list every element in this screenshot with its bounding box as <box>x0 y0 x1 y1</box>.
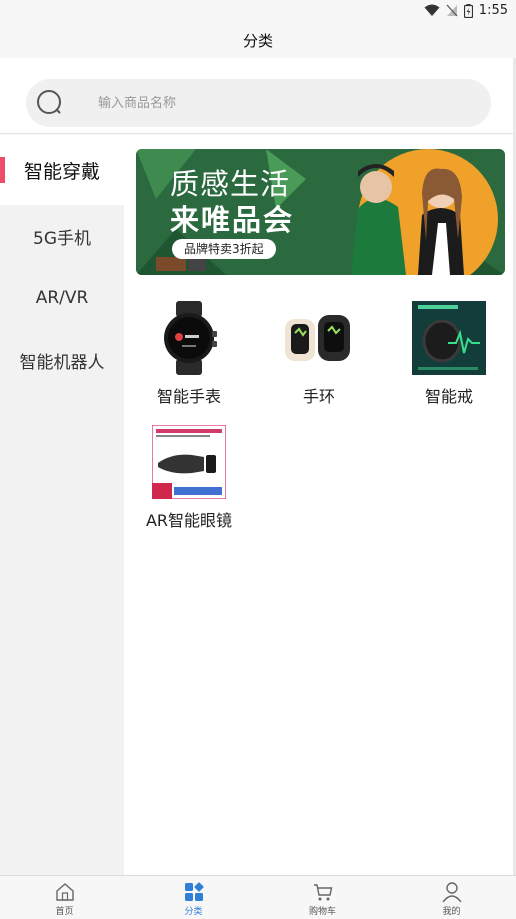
tab-category[interactable]: 分类 <box>129 876 258 919</box>
status-bar: 1:55 <box>0 0 516 22</box>
page-title: 分类 <box>242 31 273 50</box>
tab-label: 我的 <box>442 907 461 917</box>
product-label: 智能手表 <box>156 387 221 406</box>
ar-glasses-image <box>151 424 227 500</box>
user-icon <box>441 881 463 903</box>
tab-label: 首页 <box>55 907 74 917</box>
header: 分类 <box>0 22 516 58</box>
search-input[interactable] <box>98 93 468 113</box>
search-box[interactable] <box>26 79 491 127</box>
sidebar-item-label: 5G手机 <box>33 228 91 249</box>
home-icon <box>54 881 76 903</box>
fitness-band-image <box>282 301 356 375</box>
sidebar-item-ar-vr[interactable]: AR/VR <box>0 267 124 329</box>
product-label: 手环 <box>302 387 335 406</box>
sidebar-item-label: 智能穿戴 <box>23 160 100 183</box>
tab-label: 购物车 <box>308 907 336 917</box>
category-content: 质感生活 来唯品会 品牌特卖3折起 智能手表 手环 智能戒 AR智能眼镜 <box>124 135 516 875</box>
sidebar-item-label: AR/VR <box>35 288 89 308</box>
product-item-ar-glasses[interactable]: AR智能眼镜 <box>124 419 254 543</box>
sidebar-item-smart-robots[interactable]: 智能机器人 <box>0 329 124 391</box>
banner-subheadline: 来唯品会 <box>170 203 295 237</box>
tab-home[interactable]: 首页 <box>0 876 129 919</box>
category-sidebar: 智能穿戴 5G手机 AR/VR 智能机器人 <box>0 135 124 875</box>
tab-label: 分类 <box>184 907 203 917</box>
battery-icon <box>463 3 473 18</box>
smartwatch-image <box>152 301 226 375</box>
banner-promo-pill: 品牌特卖3折起 <box>172 239 276 259</box>
product-item-smart-ring[interactable]: 智能戒 <box>384 295 514 419</box>
promo-banner[interactable]: 质感生活 来唯品会 品牌特卖3折起 <box>136 149 505 275</box>
product-label: AR智能眼镜 <box>145 511 233 530</box>
tab-cart[interactable]: 购物车 <box>258 876 387 919</box>
category-icon <box>183 881 205 903</box>
sidebar-item-label: 智能机器人 <box>19 352 105 373</box>
cart-icon <box>312 881 334 903</box>
product-grid: 智能手表 手环 智能戒 AR智能眼镜 <box>124 295 516 543</box>
product-item-smartwatch[interactable]: 智能手表 <box>124 295 254 419</box>
smart-ring-image <box>412 301 486 375</box>
sidebar-item-smart-wearables[interactable]: 智能穿戴 <box>0 135 124 205</box>
active-indicator <box>0 157 5 183</box>
bottom-tab-bar: 首页 分类 购物车 我的 <box>0 875 516 919</box>
search-area <box>0 58 516 134</box>
no-signal-icon <box>446 4 458 17</box>
search-icon[interactable] <box>36 89 66 119</box>
status-icons: 1:55 <box>424 3 508 18</box>
status-time: 1:55 <box>478 3 508 18</box>
product-label: 智能戒 <box>424 387 473 406</box>
tab-profile[interactable]: 我的 <box>387 876 516 919</box>
product-item-fitness-band[interactable]: 手环 <box>254 295 384 419</box>
sidebar-item-5g-phones[interactable]: 5G手机 <box>0 205 124 267</box>
wifi-icon <box>424 4 440 17</box>
